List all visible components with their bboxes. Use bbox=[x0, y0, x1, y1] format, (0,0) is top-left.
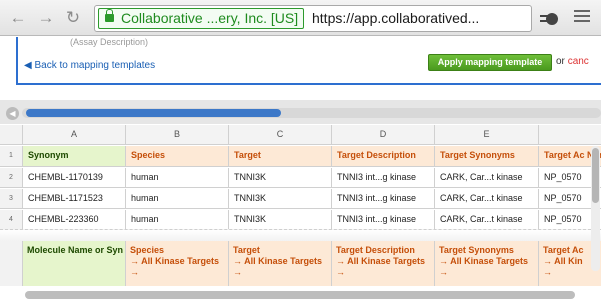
bottom-scrollbar[interactable] bbox=[25, 291, 575, 299]
mapping-cell[interactable]: Target → All Kinase Targets → bbox=[229, 241, 332, 286]
menu-icon[interactable] bbox=[574, 10, 590, 26]
apply-mapping-template-button[interactable]: Apply mapping template bbox=[428, 54, 552, 71]
table-cell[interactable]: TNNI3 int...g kinase bbox=[332, 168, 435, 188]
mapping-target: → All Kinase Targets bbox=[233, 256, 323, 266]
table-cell[interactable]: CHEMBL-1171523 bbox=[23, 189, 126, 209]
row-number[interactable]: 2 bbox=[0, 168, 23, 188]
table-cell[interactable]: human bbox=[126, 189, 229, 209]
mapping-row: Molecule Name or Syn Species → All Kinas… bbox=[0, 241, 601, 286]
table-cell[interactable]: Target Synonyms bbox=[435, 146, 539, 167]
table-cell[interactable]: TNNI3K bbox=[229, 210, 332, 230]
url-text: https://app.collaboratived... bbox=[312, 10, 480, 26]
mapping-field: Target Description bbox=[336, 245, 415, 255]
horizontal-scrollbar-thumb[interactable] bbox=[26, 109, 281, 117]
table-cell[interactable]: TNNI3 int...g kinase bbox=[332, 189, 435, 209]
table-cell[interactable]: CARK, Car...t kinase bbox=[435, 189, 539, 209]
lock-icon bbox=[105, 9, 114, 22]
column-header[interactable]: B bbox=[126, 125, 229, 145]
table-row: 2 CHEMBL-1170139 human TNNI3K TNNI3 int.… bbox=[0, 168, 601, 188]
mapping-arrow: → bbox=[233, 267, 242, 277]
table-cell[interactable]: Species bbox=[126, 146, 229, 167]
or-label: or bbox=[556, 56, 565, 67]
mapping-target: → All Kinase Targets bbox=[439, 256, 529, 266]
forward-arrow-icon[interactable]: → bbox=[36, 8, 56, 28]
table-row: 3 CHEMBL-1171523 human TNNI3K TNNI3 int.… bbox=[0, 189, 601, 209]
mapping-field: Target bbox=[233, 245, 260, 255]
ev-certificate-badge[interactable]: Collaborative ...ery, Inc. [US] bbox=[98, 8, 305, 29]
mapping-cell[interactable]: Molecule Name or Syn bbox=[23, 241, 126, 286]
mapping-field: Molecule Name or Syn bbox=[27, 245, 124, 255]
back-link-label: Back to mapping templates bbox=[34, 60, 156, 71]
row-number[interactable]: 3 bbox=[0, 189, 23, 209]
mapping-field: Target Synonyms bbox=[439, 245, 514, 255]
row-number[interactable]: 1 bbox=[0, 146, 23, 167]
table-cell[interactable]: CHEMBL-1170139 bbox=[23, 168, 126, 188]
table-row: 4 CHEMBL-223360 human TNNI3K TNNI3 int..… bbox=[0, 210, 601, 230]
row-number bbox=[0, 241, 23, 286]
mapping-cell[interactable]: Target Description → All Kinase Targets … bbox=[332, 241, 435, 286]
scroll-left-icon[interactable]: ◀ bbox=[6, 107, 19, 120]
table-cell[interactable]: CARK, Car...t kinase bbox=[435, 210, 539, 230]
mapping-cell[interactable]: Species → All Kinase Targets → bbox=[126, 241, 229, 286]
column-header[interactable]: C bbox=[229, 125, 332, 145]
back-arrow-icon[interactable]: ← bbox=[8, 8, 28, 28]
or-cancel: or canc bbox=[556, 56, 589, 67]
table-cell[interactable]: human bbox=[126, 210, 229, 230]
table-cell[interactable]: human bbox=[126, 168, 229, 188]
corner-cell bbox=[0, 125, 23, 145]
extension-icon[interactable] bbox=[538, 9, 562, 27]
ev-label: Collaborative ...ery, Inc. [US] bbox=[121, 10, 299, 26]
browser-toolbar: ← → ↻ Collaborative ...ery, Inc. [US] ht… bbox=[0, 0, 601, 36]
table-break bbox=[0, 229, 601, 241]
vertical-scrollbar-thumb[interactable] bbox=[592, 148, 599, 203]
table-cell[interactable]: CARK, Car...t kinase bbox=[435, 168, 539, 188]
table-cell[interactable]: TNNI3K bbox=[229, 189, 332, 209]
column-header[interactable]: A bbox=[23, 125, 126, 145]
mapping-target: → All Kinase Targets bbox=[130, 256, 220, 266]
mapping-cell[interactable]: Target Synonyms → All Kinase Targets → bbox=[435, 241, 539, 286]
table-cell[interactable]: Target bbox=[229, 146, 332, 167]
back-to-templates-link[interactable]: ◀ Back to mapping templates bbox=[24, 60, 155, 71]
column-header[interactable]: E bbox=[435, 125, 539, 145]
mapping-arrow: → bbox=[336, 267, 345, 277]
cancel-link[interactable]: canc bbox=[568, 56, 589, 67]
address-bar[interactable]: Collaborative ...ery, Inc. [US] https://… bbox=[94, 5, 532, 32]
mapping-arrow: → bbox=[130, 267, 139, 277]
table-cell[interactable]: CHEMBL-223360 bbox=[23, 210, 126, 230]
table-cell[interactable]: TNNI3K bbox=[229, 168, 332, 188]
table-row: 1 Synonym Species Target Target Descript… bbox=[0, 146, 601, 167]
mapping-header: (Assay Description) ◀ Back to mapping te… bbox=[0, 37, 601, 85]
reload-icon[interactable]: ↻ bbox=[63, 8, 83, 28]
mapping-arrow: → bbox=[439, 267, 448, 277]
mapping-target: → All Kinase Targets bbox=[336, 256, 426, 266]
table-cell[interactable]: TNNI3 int...g kinase bbox=[332, 210, 435, 230]
faded-caption: (Assay Description) bbox=[70, 37, 149, 47]
column-header[interactable]: D bbox=[332, 125, 435, 145]
column-header[interactable] bbox=[539, 125, 601, 145]
column-header-row: A B C D E bbox=[0, 125, 601, 145]
table-cell[interactable]: Target Description bbox=[332, 146, 435, 167]
mapping-field: Species bbox=[130, 245, 165, 255]
row-number[interactable]: 4 bbox=[0, 210, 23, 230]
table-cell[interactable]: Synonym bbox=[23, 146, 126, 167]
